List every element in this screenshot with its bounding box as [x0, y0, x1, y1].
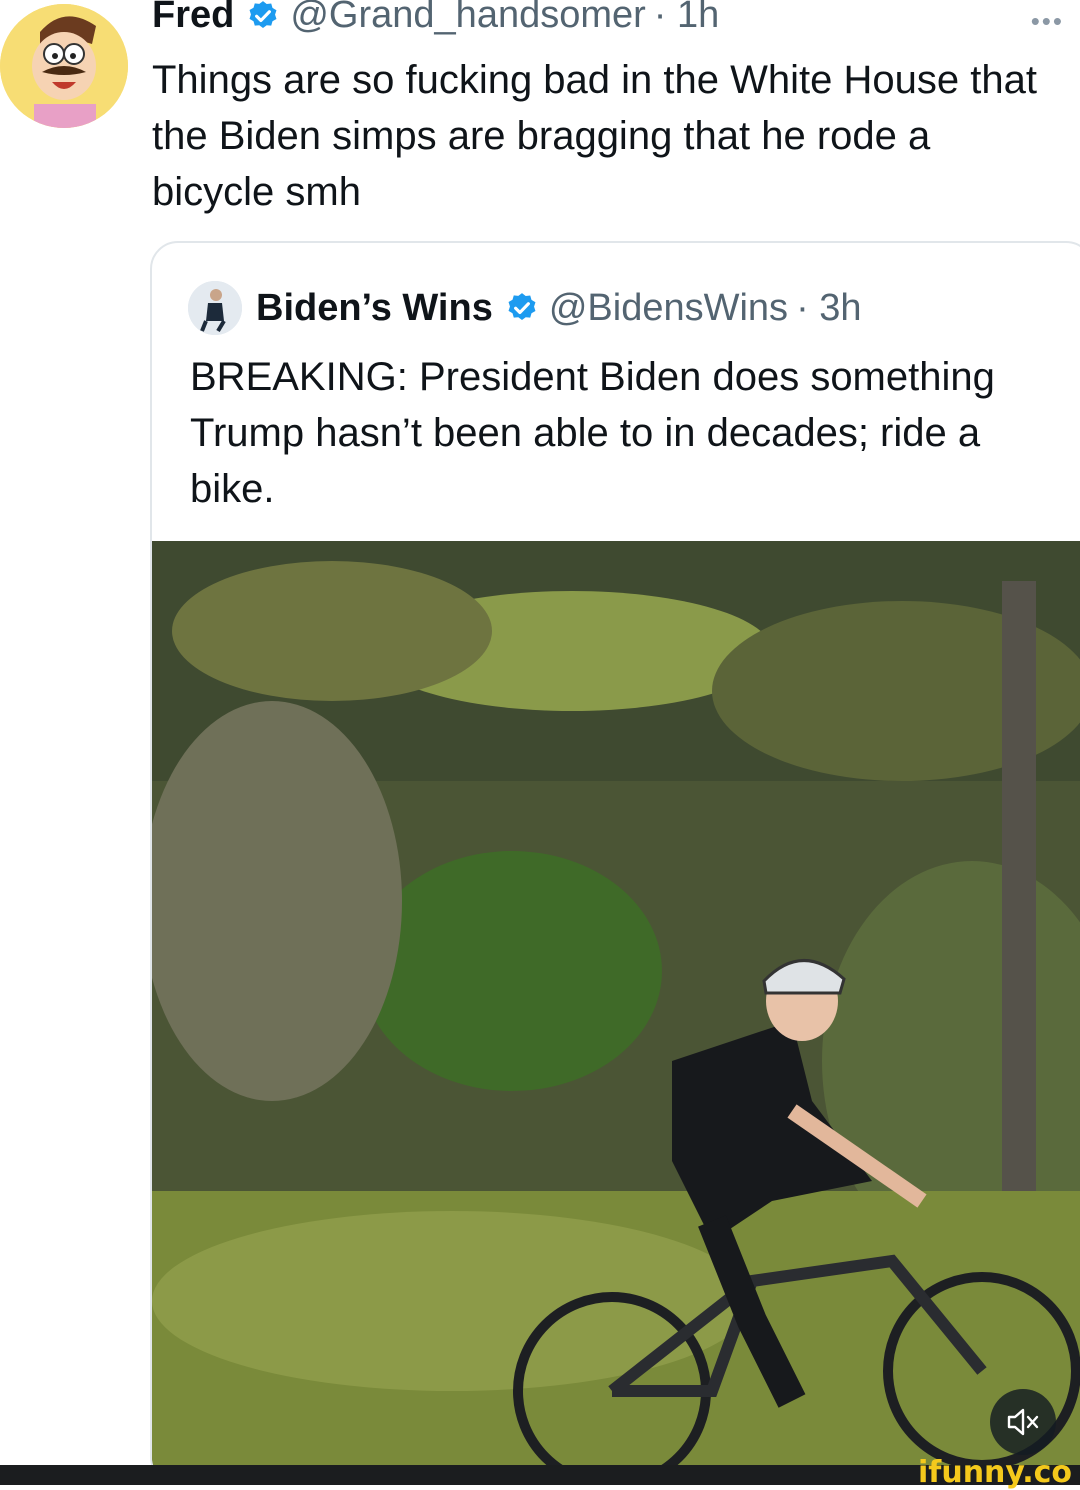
user-handle[interactable]: @Grand_handsomer: [290, 0, 645, 37]
bike-ride-scene: [152, 541, 1080, 1481]
quote-timestamp[interactable]: · 3h: [796, 287, 861, 330]
verified-badge-icon: [508, 293, 536, 321]
quote-handle[interactable]: @BidensWins: [549, 287, 788, 330]
user-avatar[interactable]: [0, 4, 128, 128]
display-name[interactable]: Fred: [152, 0, 234, 37]
quote-text: BREAKING: President Biden does something…: [190, 355, 995, 511]
quote-header: Biden’s Wins @BidensWins · 3h: [188, 281, 862, 335]
quote-display-name[interactable]: Biden’s Wins: [256, 287, 493, 330]
cartoon-face-icon: [0, 4, 128, 128]
timestamp[interactable]: · 1h: [654, 0, 719, 37]
more-options-icon[interactable]: •••: [1031, 6, 1064, 37]
video-media[interactable]: [152, 541, 1080, 1481]
tweet-text: Things are so fucking bad in the White H…: [152, 58, 1037, 214]
quote-avatar[interactable]: [188, 281, 242, 335]
tweet-header: Fred @Grand_handsomer · 1h: [152, 0, 719, 37]
person-figure-icon: [188, 281, 242, 335]
verified-badge-icon: [249, 0, 277, 28]
mute-button[interactable]: [990, 1389, 1056, 1455]
quoted-tweet-card[interactable]: Biden’s Wins @BidensWins · 3h BREAKING: …: [150, 241, 1080, 1485]
speaker-muted-icon: [1007, 1408, 1039, 1436]
